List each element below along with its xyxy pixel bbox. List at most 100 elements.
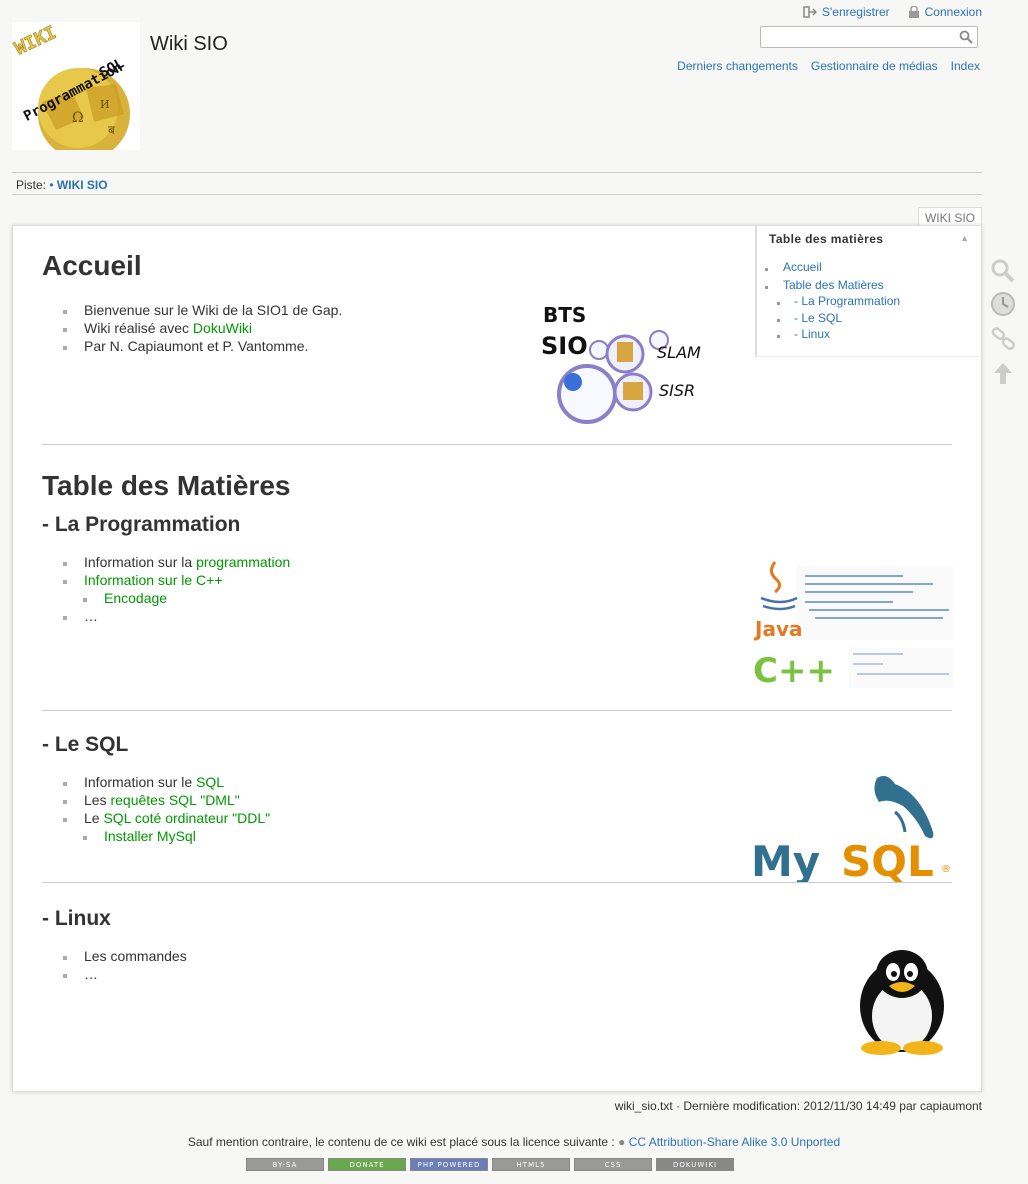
magnifier-icon	[991, 259, 1015, 283]
list-bullet	[63, 580, 67, 584]
list-item-text: Les	[84, 792, 111, 808]
list-item-text: Le	[84, 810, 104, 826]
media-manager-link[interactable]: Gestionnaire de médias	[811, 59, 938, 73]
java-cpp-image: Java C++	[753, 556, 953, 691]
badge-css[interactable]: CSS	[574, 1158, 652, 1171]
clock-icon	[991, 292, 1015, 316]
bts-text: BTS	[543, 303, 586, 327]
header-divider	[12, 172, 982, 173]
list-item: Par N. Capiaumont et P. Vantomme.	[84, 338, 309, 354]
list-bullet	[83, 598, 87, 602]
list-bullet	[63, 974, 67, 978]
section-divider	[42, 444, 952, 445]
page-content: Table des matières ▲ Accueil Table des M…	[12, 225, 982, 1092]
tux-penguin-image	[849, 946, 955, 1056]
cc-icon: ●	[618, 1135, 626, 1149]
index-link[interactable]: Index	[951, 59, 980, 73]
toc-bullet	[765, 286, 768, 289]
badge-donate[interactable]: DONATE	[328, 1158, 406, 1171]
list-item: Information sur le C++	[84, 572, 223, 588]
heading-sql: - Le SQL	[42, 733, 129, 756]
list-bullet	[63, 346, 67, 350]
site-title[interactable]: Wiki SIO	[150, 33, 228, 56]
section-divider	[42, 882, 952, 883]
encodage-link[interactable]: Encodage	[104, 590, 167, 606]
search-box[interactable]	[760, 26, 978, 48]
site-logo[interactable]: Ω И ब WIKI Programmation SQL	[11, 22, 140, 160]
chain-link-icon	[991, 327, 1015, 350]
breadcrumb: Piste: • WIKI SIO	[16, 178, 108, 192]
ddl-link[interactable]: SQL coté ordinateur "DDL"	[103, 810, 270, 826]
mysql-logo: My SQL ®	[749, 772, 955, 886]
list-item: Les requêtes SQL "DML"	[84, 792, 240, 808]
sio-text: SIO	[541, 332, 588, 360]
old-revisions-tool[interactable]	[990, 291, 1016, 317]
search-icon[interactable]	[959, 30, 973, 44]
list-item: Installer MySql	[104, 828, 196, 844]
heading-accueil: Accueil	[42, 250, 142, 281]
list-bullet	[63, 956, 67, 960]
links-tool[interactable]	[990, 326, 1016, 352]
list-bullet	[63, 562, 67, 566]
list-bullet	[63, 328, 67, 332]
list-item: Le SQL coté ordinateur "DDL"	[84, 810, 270, 826]
search-input[interactable]	[764, 28, 958, 48]
breadcrumb-separator: •	[49, 178, 54, 192]
register-label[interactable]: S'enregistrer	[822, 5, 890, 19]
programmation-link[interactable]: programmation	[196, 554, 290, 570]
toc-bullet	[777, 319, 780, 322]
dml-link[interactable]: requêtes SQL "DML"	[110, 792, 239, 808]
list-item: Information sur la programmation	[84, 554, 290, 570]
cpp-label: C++	[753, 651, 835, 690]
toc-item-accueil[interactable]: Accueil	[783, 260, 822, 274]
backlinks-tool[interactable]	[990, 258, 1016, 284]
mysql-my: My	[751, 837, 820, 882]
license-link[interactable]: CC Attribution-Share Alike 3.0 Unported	[629, 1135, 840, 1149]
dokuwiki-link[interactable]: DokuWiki	[193, 320, 252, 336]
badge-php[interactable]: PHP POWERED	[410, 1158, 488, 1171]
install-mysql-link[interactable]: Installer MySql	[104, 828, 196, 844]
heading-table-des-matieres: Table des Matières	[42, 470, 291, 501]
list-item: Wiki réalisé avec DokuWiki	[84, 320, 252, 336]
cpp-link[interactable]: Information sur le C++	[84, 572, 223, 588]
svg-text:ब: ब	[108, 123, 116, 137]
heading-linux: - Linux	[42, 907, 111, 930]
section-divider	[42, 710, 952, 711]
list-bullet	[83, 836, 87, 840]
badge-html5[interactable]: HTML5	[492, 1158, 570, 1171]
login-link[interactable]: Connexion	[908, 5, 982, 19]
recent-changes-link[interactable]: Derniers changements	[677, 59, 798, 73]
back-to-top-tool[interactable]	[990, 360, 1016, 386]
badge-dokuwiki[interactable]: DOKUWIKI	[656, 1158, 734, 1171]
lock-icon	[908, 6, 919, 18]
list-item: Information sur le SQL	[84, 774, 224, 790]
list-bullet	[63, 616, 67, 620]
toc-bullet	[777, 335, 780, 338]
breadcrumb-item[interactable]: WIKI SIO	[57, 178, 108, 192]
toc-item-linux[interactable]: - Linux	[794, 327, 830, 341]
register-link[interactable]: S'enregistrer	[803, 5, 890, 19]
sql-link[interactable]: SQL	[196, 774, 224, 790]
toc-toggle-icon[interactable]: ▲	[960, 233, 969, 243]
toc-item-programmation[interactable]: - La Programmation	[794, 294, 900, 308]
page-id[interactable]: WIKI SIO	[917, 207, 982, 227]
toc-item-table-des-matieres[interactable]: Table des Matières	[783, 278, 884, 292]
java-label: Java	[753, 617, 802, 641]
list-bullet	[63, 782, 67, 786]
toc-item-sql[interactable]: - Le SQL	[794, 311, 842, 325]
svg-text:И: И	[100, 98, 110, 111]
list-item: Les commandes	[84, 948, 187, 964]
list-item: …	[84, 966, 98, 982]
register-icon	[803, 6, 817, 18]
user-tools: S'enregistrer Connexion	[803, 5, 982, 19]
login-label[interactable]: Connexion	[925, 5, 982, 19]
list-item-text: Information sur le	[84, 774, 197, 790]
badge-cc-by-sa[interactable]: BY-SA	[246, 1158, 324, 1171]
svg-text:Ω: Ω	[72, 110, 84, 126]
toc-bullet	[765, 268, 768, 271]
license-notice: Sauf mention contraire, le contenu de ce…	[0, 1135, 1028, 1149]
toc-bullet	[777, 302, 780, 305]
toc-title[interactable]: Table des matières	[769, 232, 883, 246]
breadcrumb-label: Piste:	[16, 178, 47, 192]
list-bullet	[63, 818, 67, 822]
